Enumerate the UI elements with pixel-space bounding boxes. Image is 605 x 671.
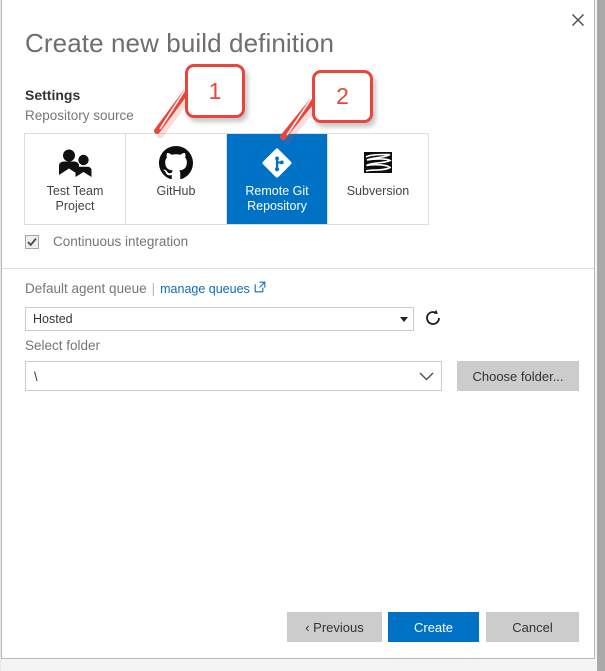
choose-folder-button[interactable]: Choose folder... — [457, 361, 579, 391]
previous-button[interactable]: ‹ Previous — [287, 612, 382, 642]
subversion-icon — [360, 144, 396, 182]
tile-test-team-project[interactable]: Test Team Project — [25, 134, 126, 224]
create-build-definition-dialog: Create new build definition Settings Rep… — [1, 0, 595, 659]
check-icon — [27, 237, 37, 246]
section-divider — [2, 268, 594, 269]
refresh-icon[interactable] — [422, 306, 444, 330]
chevron-down-icon[interactable] — [411, 372, 441, 381]
select-folder-label: Select folder — [25, 338, 101, 353]
tile-remote-git-repository[interactable]: Remote Git Repository — [227, 134, 328, 224]
annotation-badge-1: 1 — [185, 64, 245, 118]
close-icon[interactable] — [565, 7, 591, 33]
tile-label: Test Team Project — [46, 184, 104, 213]
select-folder-combobox[interactable]: \ — [25, 361, 442, 391]
repository-source-tile-group: Test Team Project GitHub Remote Git Repo… — [24, 133, 429, 225]
team-project-icon — [56, 144, 94, 182]
tile-label: GitHub — [156, 184, 196, 198]
cancel-button[interactable]: Cancel — [486, 612, 579, 642]
external-link-icon[interactable] — [254, 280, 266, 298]
default-agent-queue-label: Default agent queue — [25, 281, 147, 296]
page-title: Create new build definition — [25, 28, 335, 58]
annotation-badge-2: 2 — [312, 70, 373, 123]
default-agent-queue-label-row: Default agent queue | manage queues — [25, 280, 266, 298]
git-icon — [260, 144, 294, 182]
tile-label: Subversion — [346, 184, 410, 198]
settings-heading: Settings — [25, 87, 81, 103]
github-icon — [159, 144, 193, 182]
caret-down-icon — [395, 316, 413, 322]
queue-selected-value: Hosted — [33, 312, 73, 326]
continuous-integration-checkbox[interactable] — [25, 234, 39, 249]
tile-label: Remote Git Repository — [245, 184, 309, 213]
tile-github[interactable]: GitHub — [126, 134, 227, 224]
default-agent-queue-select[interactable]: Hosted — [25, 307, 414, 331]
continuous-integration-row: Continuous integration — [25, 234, 188, 249]
folder-value: \ — [34, 368, 38, 384]
manage-queues-link[interactable]: manage queues — [160, 282, 250, 296]
tile-subversion[interactable]: Subversion — [328, 134, 428, 224]
continuous-integration-label: Continuous integration — [53, 234, 189, 249]
create-button[interactable]: Create — [388, 612, 479, 642]
window-right-scroll-edge[interactable] — [597, 0, 605, 671]
screen-background: Create new build definition Settings Rep… — [0, 0, 605, 671]
repository-source-label: Repository source — [25, 108, 134, 123]
label-separator: | — [151, 281, 156, 296]
